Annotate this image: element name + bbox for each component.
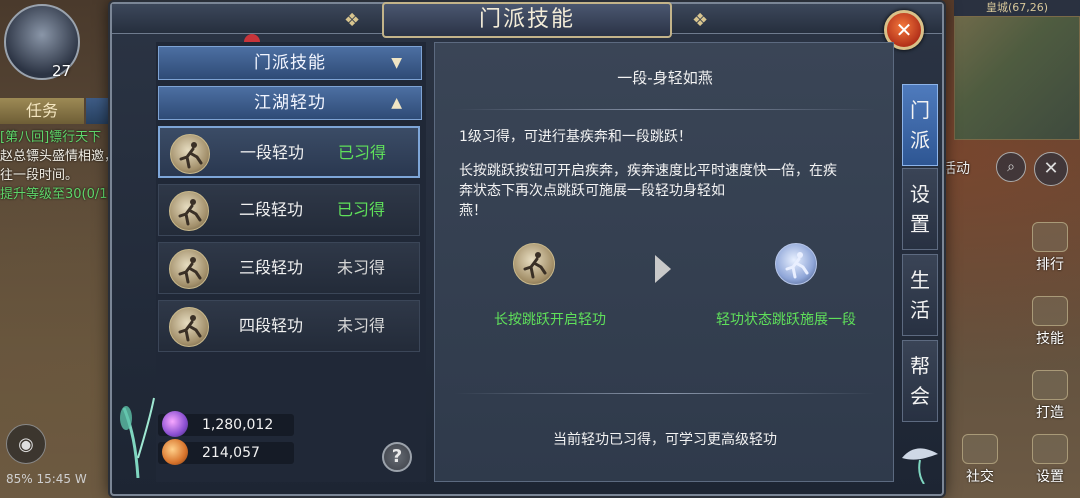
skill-desc-line: 长按跳跃按钮可开启疾奔，疾奔速度比平时速度快一倍，在疾 xyxy=(459,163,837,179)
minimap[interactable] xyxy=(954,16,1080,140)
skill-name: 二段轻功 xyxy=(239,200,304,219)
skill-status: 未习得 xyxy=(337,258,386,277)
side-button-skills[interactable]: 技能 xyxy=(1026,296,1074,348)
ranking-icon xyxy=(1032,222,1068,252)
chevron-down-icon: ▼ xyxy=(391,55,403,71)
help-button[interactable]: ? xyxy=(382,442,412,472)
skill-desc-line: 1级习得，可进行基疾奔和一段跳跃！ xyxy=(459,129,692,145)
category-jianghu-qinggong[interactable]: 江湖轻功 ▲ xyxy=(158,86,422,120)
tab-mission[interactable]: 任务 xyxy=(0,98,84,124)
divider xyxy=(455,393,875,394)
skill-detail: 一段-身轻如燕 1级习得，可进行基疾奔和一段跳跃！ 长按跳跃按钮可开启疾奔，疾奔… xyxy=(434,42,894,482)
skill-status: 未习得 xyxy=(337,316,386,335)
skill-desc-line: 奔状态下再次点跳跃可施展一段轻功身轻如 xyxy=(459,183,725,199)
skill-row-3[interactable]: 三段轻功 未习得 xyxy=(158,242,420,294)
minimap-location: 皇城(67,26) xyxy=(954,0,1080,16)
skill-icon xyxy=(1032,296,1068,326)
social-icon xyxy=(962,434,998,464)
action-label-leap: 轻功状态跳跃施展一段 xyxy=(716,312,856,328)
search-icon[interactable]: ⌕ xyxy=(996,152,1026,182)
title-ornament-left-icon: ❖ xyxy=(344,10,361,31)
skill-row-2[interactable]: 二段轻功 已习得 xyxy=(158,184,420,236)
forge-icon xyxy=(1032,370,1068,400)
bird-ornament-icon xyxy=(902,448,938,484)
skill-row-1[interactable]: 一段轻功 已习得 xyxy=(158,126,420,178)
coin-currency: 214,057 xyxy=(158,439,294,465)
side-button-settings[interactable]: 设置 xyxy=(1026,434,1074,486)
category-sect-skills[interactable]: 门派技能 ▼ xyxy=(158,46,422,80)
action-label-sprint: 长按跳跃开启轻功 xyxy=(494,312,606,328)
side-button-forge[interactable]: 打造 xyxy=(1026,370,1074,422)
chevron-up-icon: ▲ xyxy=(391,95,403,111)
side-button-social[interactable]: 社交 xyxy=(956,434,1004,486)
panel-title: 门派技能 xyxy=(382,2,672,38)
close-icon[interactable]: ✕ xyxy=(1034,152,1068,186)
skill-status: 已习得 xyxy=(337,200,386,219)
player-level: 27 xyxy=(52,62,72,80)
qinggong-leap-icon xyxy=(775,243,817,285)
sect-skill-panel: ❖ 门派技能 ❖ ✕ 门派技能 ▼ 江湖轻功 ▲ 一段轻功 已习得 二段轻功 已… xyxy=(110,2,944,496)
arrow-right-icon xyxy=(655,255,671,283)
coin-icon xyxy=(162,439,188,465)
device-status: 85% 15:45 W xyxy=(6,472,87,486)
skill-name: 一段轻功 xyxy=(240,143,305,162)
tab-sect[interactable]: 门 派 xyxy=(902,84,938,166)
skill-detail-title: 一段-身轻如燕 xyxy=(617,69,713,87)
qinggong-runner-icon xyxy=(169,249,209,289)
jump-sprint-icon xyxy=(513,243,555,285)
gem-icon xyxy=(162,411,188,437)
tab-life[interactable]: 生 活 xyxy=(902,254,938,336)
qinggong-runner-icon xyxy=(170,134,210,174)
side-button-ranking[interactable]: 排行 xyxy=(1026,222,1074,274)
title-ornament-right-icon: ❖ xyxy=(692,10,709,31)
settings-gear-icon xyxy=(1032,434,1068,464)
jade-plant-ornament-icon xyxy=(120,397,155,478)
skill-status: 已习得 xyxy=(338,143,387,162)
skill-footer-note: 当前轻功已习得，可学习更高级轻功 xyxy=(553,432,777,448)
skill-name: 三段轻功 xyxy=(239,258,304,277)
qinggong-runner-icon xyxy=(169,307,209,347)
skill-row-4[interactable]: 四段轻功 未习得 xyxy=(158,300,420,352)
skill-name: 四段轻功 xyxy=(239,316,304,335)
gem-currency: 1,280,012 xyxy=(158,411,294,437)
tab-guild[interactable]: 帮 会 xyxy=(902,340,938,422)
divider xyxy=(455,109,875,110)
skill-list: 门派技能 ▼ 江湖轻功 ▲ 一段轻功 已习得 二段轻功 已习得 三段轻功 未习得… xyxy=(156,42,426,482)
tab-settings[interactable]: 设 置 xyxy=(902,168,938,250)
qinggong-runner-icon xyxy=(169,191,209,231)
skill-desc-line: 燕！ xyxy=(459,203,487,219)
camera-icon[interactable]: ◉ xyxy=(6,424,46,464)
